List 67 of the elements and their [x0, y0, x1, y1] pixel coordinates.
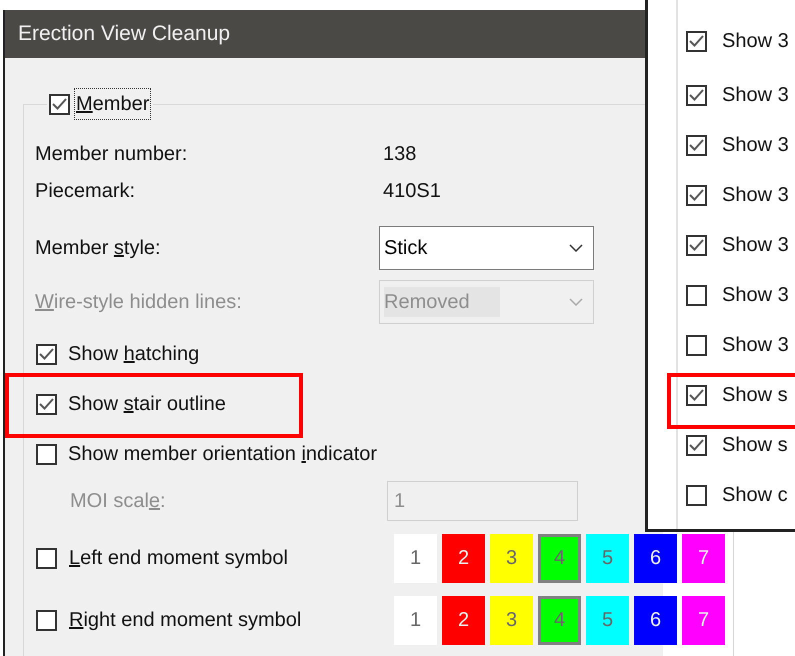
- field-label: MOI scale:: [69, 489, 167, 514]
- checkbox[interactable]: [686, 434, 707, 456]
- checkbox[interactable]: [686, 384, 707, 406]
- checkmark-icon: [39, 398, 54, 410]
- field-value: 138: [383, 142, 416, 166]
- option-label: Show s: [722, 383, 788, 408]
- color-swatch[interactable]: 7: [682, 596, 725, 644]
- dropdown[interactable]: Stick: [379, 226, 594, 270]
- checkmark-icon: [52, 98, 67, 110]
- option-label: Show c: [722, 483, 788, 508]
- field-label: Wire-style hidden lines:: [35, 290, 243, 315]
- checkbox[interactable]: [686, 30, 707, 52]
- checkmark-icon: [689, 89, 704, 101]
- field-label: Member number:: [35, 142, 188, 166]
- color-swatch[interactable]: 2: [442, 534, 485, 582]
- checkbox[interactable]: [36, 548, 57, 568]
- color-swatch[interactable]: 1: [394, 596, 437, 644]
- option-label: Show 3: [722, 133, 789, 158]
- chevron-down-icon: [569, 244, 583, 252]
- field-label: Piecemark:: [35, 178, 136, 204]
- color-swatch[interactable]: 6: [634, 534, 677, 582]
- checkbox[interactable]: [686, 284, 707, 306]
- checkmark-icon: [689, 35, 704, 47]
- option-label: Show 3: [722, 283, 789, 308]
- checkbox[interactable]: [686, 484, 707, 506]
- color-swatch[interactable]: 7: [682, 534, 725, 582]
- window-title: Erection View Cleanup: [18, 21, 230, 48]
- checkbox[interactable]: [36, 444, 57, 464]
- checkmark-icon: [39, 348, 54, 360]
- checkbox[interactable]: [686, 184, 707, 206]
- option-label: Show 3: [722, 183, 789, 208]
- checkbox[interactable]: [49, 94, 70, 114]
- option-label: Show 3: [722, 333, 789, 358]
- color-swatch[interactable]: 4: [538, 534, 581, 582]
- option-label: Show 3: [722, 233, 789, 258]
- chevron-down-icon: [569, 298, 583, 306]
- color-swatch[interactable]: 1: [394, 534, 437, 582]
- option-label: Show stair outline: [68, 392, 226, 417]
- checkmark-icon: [689, 139, 704, 151]
- option-label: Show 3: [722, 29, 789, 54]
- checkbox[interactable]: [36, 344, 57, 364]
- checkmark-icon: [689, 439, 704, 451]
- color-swatch[interactable]: 3: [490, 534, 533, 582]
- color-swatch[interactable]: 5: [586, 534, 629, 582]
- color-swatch[interactable]: 5: [586, 596, 629, 644]
- option-label: Show hatching: [68, 342, 200, 367]
- option-label: Right end moment symbol: [69, 608, 302, 633]
- checkbox[interactable]: [686, 234, 707, 256]
- group-label: Member: [76, 93, 150, 115]
- option-label: Left end moment symbol: [69, 546, 288, 571]
- checkmark-icon: [689, 239, 704, 251]
- color-swatch[interactable]: 6: [634, 596, 677, 644]
- color-swatch[interactable]: 2: [442, 596, 485, 644]
- checkbox[interactable]: [686, 334, 707, 356]
- option-label: Show member orientation indicator: [68, 442, 378, 467]
- color-swatch[interactable]: 4: [538, 596, 581, 644]
- option-label: Show s: [722, 433, 788, 458]
- field-value: 410S1: [383, 178, 441, 204]
- checkbox[interactable]: [686, 84, 707, 106]
- option-label: Show 3: [722, 83, 789, 108]
- checkbox[interactable]: [36, 610, 57, 630]
- checkmark-icon: [689, 189, 704, 201]
- checkbox[interactable]: [36, 394, 57, 414]
- field-label: Member style:: [35, 236, 162, 261]
- color-swatch[interactable]: 3: [490, 596, 533, 644]
- checkmark-icon: [689, 389, 704, 401]
- checkbox[interactable]: [686, 134, 707, 156]
